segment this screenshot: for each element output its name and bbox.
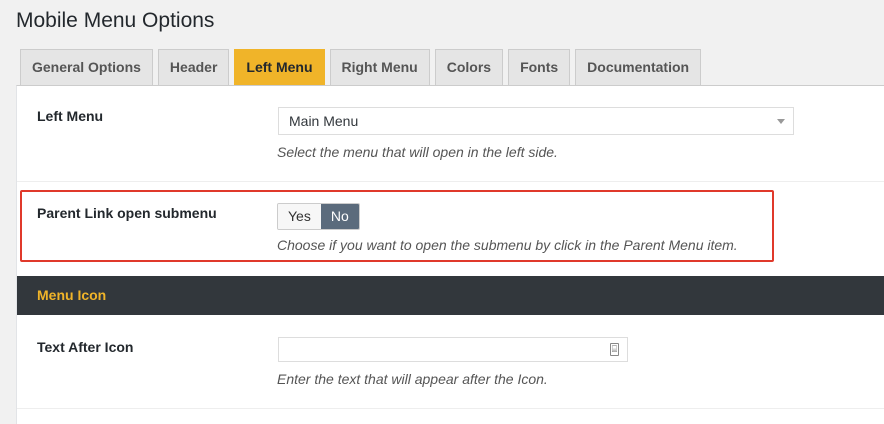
left-menu-row: Left Menu Main Menu Select the menu that… [17, 86, 884, 182]
tab-colors[interactable]: Colors [434, 49, 504, 85]
tab-documentation[interactable]: Documentation [575, 49, 702, 85]
toggle-yes-button[interactable]: Yes [278, 204, 321, 229]
left-menu-description: Select the menu that will open in the le… [277, 144, 558, 160]
tab-header[interactable]: Header [157, 49, 230, 85]
text-after-icon-description: Enter the text that will appear after th… [277, 371, 548, 387]
parent-link-label: Parent Link open submenu [37, 205, 217, 221]
chevron-down-icon [777, 119, 785, 124]
section-title: Menu Icon [37, 287, 107, 303]
tab-left-menu[interactable]: Left Menu [234, 49, 325, 85]
parent-link-description: Choose if you want to open the submenu b… [277, 237, 738, 253]
settings-panel: Left Menu Main Menu Select the menu that… [16, 85, 884, 424]
text-after-icon-label: Text After Icon [37, 339, 134, 355]
left-menu-select[interactable]: Main Menu [278, 107, 794, 135]
tab-fonts[interactable]: Fonts [508, 49, 571, 85]
left-menu-label: Left Menu [37, 108, 104, 124]
text-after-icon-input-wrapper: ⌸ [278, 337, 628, 362]
left-menu-select-value: Main Menu [289, 113, 359, 129]
tab-bar: General Options Header Left Menu Right M… [20, 49, 702, 85]
toggle-no-button[interactable]: No [320, 204, 359, 229]
page-title: Mobile Menu Options [16, 9, 215, 32]
tab-general-options[interactable]: General Options [20, 49, 153, 85]
keyboard-icon[interactable]: ⌸ [610, 343, 619, 356]
parent-link-row: Parent Link open submenu Choose if you w… [17, 182, 884, 276]
menu-icon-section-header: Menu Icon [17, 276, 884, 315]
row-divider [17, 408, 884, 409]
text-after-icon-input[interactable] [279, 338, 627, 361]
parent-link-toggle: Yes No [277, 203, 360, 230]
tab-right-menu[interactable]: Right Menu [329, 49, 430, 85]
